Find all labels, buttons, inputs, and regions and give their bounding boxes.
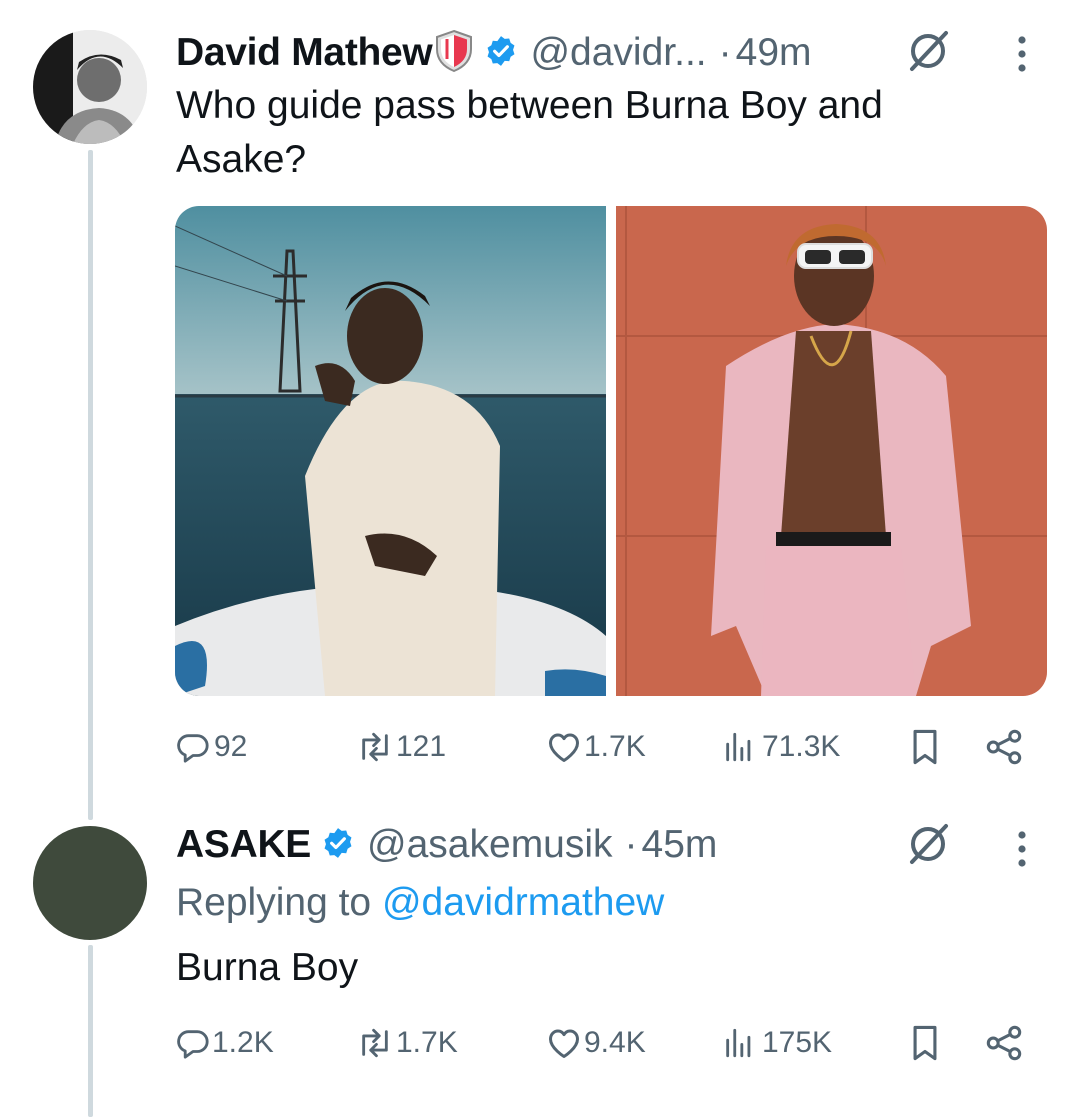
more-options-icon[interactable] bbox=[1010, 829, 1034, 874]
tweet-text-line-1: Who guide pass between Burna Boy and bbox=[176, 84, 883, 127]
bookmark-button[interactable] bbox=[908, 717, 942, 777]
tweet-text-line-2: Asake? bbox=[176, 138, 307, 181]
share-button[interactable] bbox=[984, 717, 1024, 777]
author-handle[interactable]: @davidr... bbox=[530, 31, 706, 75]
share-icon bbox=[984, 728, 1024, 766]
views-button[interactable]: 71.3K bbox=[722, 717, 840, 777]
reply-icon bbox=[176, 1026, 210, 1060]
reply-count: 92 bbox=[214, 730, 248, 763]
reply-count: 1.2K bbox=[212, 1026, 274, 1059]
reply-icon bbox=[176, 730, 210, 764]
repost-button[interactable]: 1.7K bbox=[356, 1013, 458, 1073]
like-count: 9.4K bbox=[584, 1026, 646, 1059]
thread-line-top bbox=[88, 150, 93, 820]
heart-icon bbox=[546, 1026, 582, 1060]
tweet-text: Who guide pass between Burna Boy and Asa… bbox=[176, 79, 1036, 187]
tweet1-header: David Mathew @davidr... · 49m bbox=[176, 26, 812, 80]
heart-icon bbox=[546, 730, 582, 764]
tweet2-header: ASAKE @asakemusik · 45m bbox=[176, 818, 717, 872]
verified-badge-icon bbox=[321, 826, 355, 865]
tweet-time[interactable]: 45m bbox=[642, 823, 718, 867]
more-options-icon[interactable] bbox=[1010, 34, 1034, 79]
views-icon bbox=[722, 730, 756, 764]
avatar-asake[interactable] bbox=[33, 826, 147, 940]
time-separator: · bbox=[624, 823, 638, 866]
replying-to-handle-link[interactable]: @davidrmathew bbox=[382, 881, 664, 924]
views-count: 71.3K bbox=[762, 730, 841, 763]
views-icon bbox=[722, 1026, 756, 1060]
share-button[interactable] bbox=[984, 1013, 1024, 1073]
like-count: 1.7K bbox=[584, 730, 646, 763]
avatar-david-mathew[interactable] bbox=[33, 30, 147, 144]
author-name[interactable]: ASAKE bbox=[176, 823, 311, 867]
bookmark-icon bbox=[908, 1024, 942, 1062]
repost-count: 1.7K bbox=[396, 1026, 458, 1059]
repost-icon bbox=[356, 1026, 394, 1060]
reply-button[interactable]: 92 bbox=[176, 717, 247, 777]
views-button[interactable]: 175K bbox=[722, 1013, 832, 1073]
shield-icon bbox=[434, 29, 474, 78]
like-button[interactable]: 1.7K bbox=[546, 717, 646, 777]
thread-line-bottom bbox=[88, 945, 93, 1117]
bookmark-button[interactable] bbox=[908, 1013, 942, 1073]
photo-asake-pink-suit[interactable] bbox=[616, 206, 1047, 696]
tweet1-actions: 92 121 1.7K 71.3K bbox=[176, 717, 1036, 777]
repost-icon bbox=[356, 730, 394, 764]
author-name[interactable]: David Mathew bbox=[176, 31, 433, 75]
replying-to: Replying to @davidrmathew bbox=[176, 876, 664, 930]
tweet-time[interactable]: 49m bbox=[736, 31, 812, 75]
grok-icon[interactable] bbox=[905, 821, 951, 872]
share-icon bbox=[984, 1024, 1024, 1062]
repost-count: 121 bbox=[396, 730, 447, 763]
tweet2-actions: 1.2K 1.7K 9.4K 175K bbox=[176, 1013, 1036, 1073]
replying-to-label: Replying to bbox=[176, 881, 382, 924]
repost-button[interactable]: 121 bbox=[356, 717, 446, 777]
reply-text: Burna Boy bbox=[176, 946, 359, 989]
views-count: 175K bbox=[762, 1026, 833, 1059]
author-handle[interactable]: @asakemusik bbox=[367, 823, 613, 867]
grok-icon[interactable] bbox=[905, 28, 951, 79]
like-button[interactable]: 9.4K bbox=[546, 1013, 646, 1073]
photo-burna-boy-on-boat[interactable] bbox=[175, 206, 606, 696]
verified-badge-icon bbox=[484, 34, 518, 73]
time-separator: · bbox=[718, 31, 732, 74]
bookmark-icon bbox=[908, 728, 942, 766]
reply-button[interactable]: 1.2K bbox=[176, 1013, 274, 1073]
